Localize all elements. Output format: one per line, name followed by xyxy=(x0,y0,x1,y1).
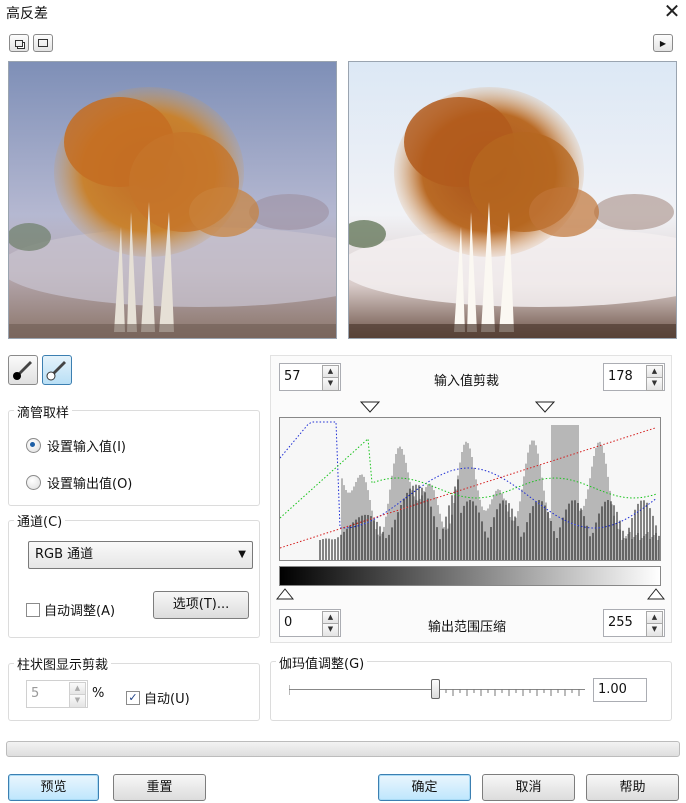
radio-icon[interactable] xyxy=(26,438,41,453)
output-range-label: 输出范围压缩 xyxy=(428,620,507,635)
set-input-radio[interactable]: 设置输入值(I) xyxy=(26,436,126,455)
chevron-down-icon: ▼ xyxy=(238,549,246,560)
spin-down-icon[interactable]: ▼ xyxy=(322,377,339,391)
output-low-value: 0 xyxy=(284,615,293,630)
spin-down-icon[interactable]: ▼ xyxy=(646,377,663,391)
gamma-slider-thumb[interactable] xyxy=(431,679,440,699)
options-button[interactable]: 选项(T)... xyxy=(153,591,249,619)
channel-select-value: RGB 通道 xyxy=(35,547,94,562)
help-button[interactable]: 帮助 xyxy=(586,774,679,801)
close-icon[interactable]: ✕ xyxy=(660,0,684,22)
histogram-clip-label: 柱状图显示剪裁 xyxy=(14,654,112,673)
channel-select[interactable]: RGB 通道 ▼ xyxy=(28,541,253,569)
result-preview-image[interactable] xyxy=(348,61,677,339)
arrow-right-icon[interactable]: ▶ xyxy=(653,34,673,52)
percent-unit: % xyxy=(92,686,105,701)
window-title: 高反差 xyxy=(6,6,48,22)
original-preview-image[interactable] xyxy=(8,61,337,339)
clip-percent-value: 5 xyxy=(31,686,40,701)
cancel-button[interactable]: 取消 xyxy=(482,774,575,801)
histogram-graph xyxy=(279,421,660,560)
checkmark-icon[interactable]: ✓ xyxy=(126,690,140,705)
single-preview-icon[interactable] xyxy=(33,34,53,52)
auto-adjust-label: 自动调整(A) xyxy=(44,604,116,619)
output-high-value: 255 xyxy=(608,615,633,630)
output-gradient-bar xyxy=(279,566,661,586)
spin-down-icon[interactable]: ▼ xyxy=(646,623,663,637)
gamma-value-field[interactable]: 1.00 xyxy=(593,678,647,702)
output-low-handle[interactable] xyxy=(276,588,294,600)
spin-down-icon[interactable]: ▼ xyxy=(322,623,339,637)
eyedropper-white-icon[interactable] xyxy=(42,355,72,385)
radio-icon[interactable] xyxy=(26,475,41,490)
set-input-label: 设置输入值(I) xyxy=(47,440,126,455)
set-output-radio[interactable]: 设置输出值(O) xyxy=(26,473,132,492)
clip-percent-spinner[interactable]: 5 ▲ ▼ xyxy=(26,680,88,708)
auto-clip-checkbox[interactable]: ✓ 自动(U) xyxy=(126,688,190,707)
ok-button[interactable]: 确定 xyxy=(378,774,471,801)
original-photo xyxy=(9,62,336,338)
result-photo xyxy=(349,62,676,338)
input-low-value: 57 xyxy=(284,369,301,384)
input-low-spinner[interactable]: 57 ▲ ▼ xyxy=(279,363,341,391)
progress-bar xyxy=(6,741,680,757)
input-high-value: 178 xyxy=(608,369,633,384)
input-high-handle[interactable] xyxy=(535,401,555,413)
auto-clip-label: 自动(U) xyxy=(144,692,190,707)
channel-group xyxy=(8,520,260,638)
input-clip-label: 输入值剪裁 xyxy=(434,374,500,389)
gamma-group-label: 伽玛值调整(G) xyxy=(276,653,368,672)
eyedropper-group-label: 滴管取样 xyxy=(14,402,73,421)
checkbox-icon[interactable] xyxy=(26,602,40,617)
eyedropper-black-icon[interactable] xyxy=(8,355,38,385)
set-output-label: 设置输出值(O) xyxy=(47,477,133,492)
output-low-spinner[interactable]: 0 ▲ ▼ xyxy=(279,609,341,637)
dual-preview-icon[interactable] xyxy=(9,34,29,52)
reset-button[interactable]: 重置 xyxy=(113,774,206,801)
auto-adjust-checkbox[interactable]: 自动调整(A) xyxy=(26,600,115,619)
preview-button[interactable]: 预览 xyxy=(8,774,99,801)
histogram-chart xyxy=(279,417,661,561)
output-high-spinner[interactable]: 255 ▲ ▼ xyxy=(603,609,665,637)
input-high-spinner[interactable]: 178 ▲ ▼ xyxy=(603,363,665,391)
spin-down-icon[interactable]: ▼ xyxy=(69,694,86,708)
channel-group-label: 通道(C) xyxy=(14,511,66,530)
input-low-handle[interactable] xyxy=(360,401,380,413)
output-high-handle[interactable] xyxy=(647,588,665,600)
